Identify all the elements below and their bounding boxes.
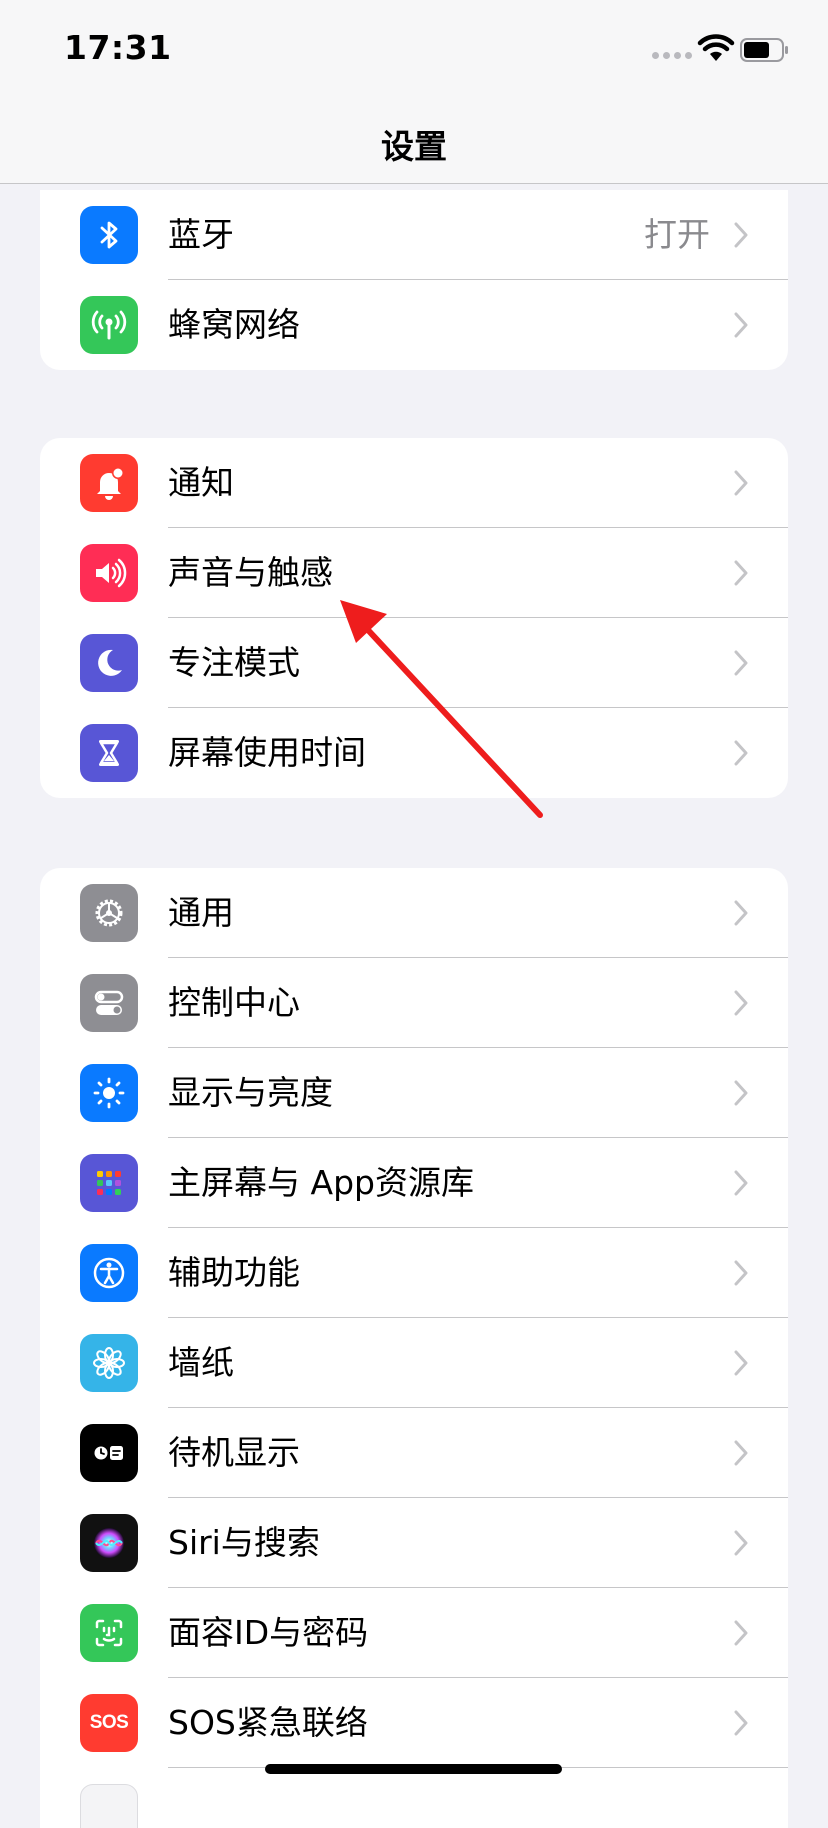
chevron-right-icon bbox=[734, 312, 748, 338]
flower-icon bbox=[80, 1334, 138, 1392]
chevron-right-icon bbox=[734, 740, 748, 766]
row-label: 蓝牙 bbox=[168, 215, 234, 254]
toggles-icon bbox=[80, 974, 138, 1032]
settings-row-screen-time[interactable]: 屏幕使用时间 bbox=[40, 708, 788, 798]
page-title: 设置 bbox=[381, 127, 447, 166]
wifi-icon bbox=[697, 34, 735, 61]
chevron-right-icon bbox=[734, 1170, 748, 1196]
accessibility-icon bbox=[80, 1244, 138, 1302]
settings-row-siri-search[interactable]: Siri与搜索 bbox=[40, 1498, 788, 1588]
sun-icon bbox=[80, 1064, 138, 1122]
speaker-icon bbox=[80, 544, 138, 602]
settings-row-control-center[interactable]: 控制中心 bbox=[40, 958, 788, 1048]
chevron-right-icon bbox=[734, 560, 748, 586]
row-label: 待机显示 bbox=[168, 1433, 300, 1472]
row-label: 专注模式 bbox=[168, 643, 300, 682]
standby-icon bbox=[80, 1424, 138, 1482]
settings-row-home-screen-app-library[interactable]: 主屏幕与 App资源库 bbox=[40, 1138, 788, 1228]
battery-icon bbox=[740, 38, 788, 62]
bell-icon bbox=[80, 454, 138, 512]
bluetooth-status-value: 打开 bbox=[644, 215, 710, 254]
row-label: SOS紧急联络 bbox=[168, 1703, 368, 1742]
chevron-right-icon bbox=[734, 1440, 748, 1466]
sos-icon-text: SOS bbox=[89, 1712, 129, 1733]
row-label: 辅助功能 bbox=[168, 1253, 300, 1292]
chevron-right-icon bbox=[734, 222, 748, 248]
cellular-signal-icon bbox=[652, 52, 692, 59]
row-label: 屏幕使用时间 bbox=[168, 733, 366, 772]
settings-row-face-id-passcode[interactable]: 面容ID与密码 bbox=[40, 1588, 788, 1678]
partial-row-icon bbox=[80, 1784, 138, 1828]
chevron-right-icon bbox=[734, 650, 748, 676]
row-label: 面容ID与密码 bbox=[168, 1613, 369, 1652]
chevron-right-icon bbox=[734, 1530, 748, 1556]
row-label: 显示与亮度 bbox=[168, 1073, 333, 1112]
settings-row-bluetooth[interactable]: 蓝牙 打开 bbox=[40, 190, 788, 280]
status-bar: 17:31 bbox=[0, 0, 828, 100]
antenna-icon bbox=[80, 296, 138, 354]
row-label: 通用 bbox=[168, 893, 234, 932]
chevron-right-icon bbox=[734, 1710, 748, 1736]
moon-icon bbox=[80, 634, 138, 692]
row-label: 声音与触感 bbox=[168, 553, 333, 592]
row-label: 通知 bbox=[168, 463, 234, 502]
app-grid-icon bbox=[80, 1154, 138, 1212]
status-time: 17:31 bbox=[64, 28, 172, 67]
settings-row-display-brightness[interactable]: 显示与亮度 bbox=[40, 1048, 788, 1138]
settings-group-connectivity: 蓝牙 打开 蜂窝网络 bbox=[40, 190, 788, 370]
hourglass-icon bbox=[80, 724, 138, 782]
row-label: 主屏幕与 App资源库 bbox=[168, 1163, 474, 1202]
settings-row-notifications[interactable]: 通知 bbox=[40, 438, 788, 528]
bluetooth-icon bbox=[80, 206, 138, 264]
chevron-right-icon bbox=[734, 1260, 748, 1286]
settings-row-general[interactable]: 通用 bbox=[40, 868, 788, 958]
settings-row-accessibility[interactable]: 辅助功能 bbox=[40, 1228, 788, 1318]
settings-row-emergency-sos[interactable]: SOS SOS紧急联络 bbox=[40, 1678, 788, 1768]
row-label: 蜂窝网络 bbox=[168, 305, 300, 344]
chevron-right-icon bbox=[734, 470, 748, 496]
chevron-right-icon bbox=[734, 900, 748, 926]
chevron-right-icon bbox=[734, 1350, 748, 1376]
face-id-icon bbox=[80, 1604, 138, 1662]
settings-row-sounds-haptics[interactable]: 声音与触感 bbox=[40, 528, 788, 618]
settings-row-focus[interactable]: 专注模式 bbox=[40, 618, 788, 708]
settings-row-partial[interactable] bbox=[40, 1768, 788, 1828]
chevron-right-icon bbox=[734, 1080, 748, 1106]
sos-icon: SOS bbox=[80, 1694, 138, 1752]
row-label: 控制中心 bbox=[168, 983, 300, 1022]
settings-row-cellular[interactable]: 蜂窝网络 bbox=[40, 280, 788, 370]
row-label: Siri与搜索 bbox=[168, 1523, 320, 1562]
gear-icon bbox=[80, 884, 138, 942]
row-label: 墙纸 bbox=[168, 1343, 234, 1382]
settings-row-standby[interactable]: 待机显示 bbox=[40, 1408, 788, 1498]
settings-row-wallpaper[interactable]: 墙纸 bbox=[40, 1318, 788, 1408]
chevron-right-icon bbox=[734, 1620, 748, 1646]
settings-group-notifications: 通知 声音与触感 专注模式 屏幕使用时间 bbox=[40, 438, 788, 798]
siri-icon bbox=[80, 1514, 138, 1572]
chevron-right-icon bbox=[734, 990, 748, 1016]
settings-group-general: 通用 控制中心 显示与亮度 主屏幕与 App资源库 辅助功能 墙纸 待机显示 S… bbox=[40, 868, 788, 1828]
home-indicator bbox=[265, 1764, 562, 1774]
